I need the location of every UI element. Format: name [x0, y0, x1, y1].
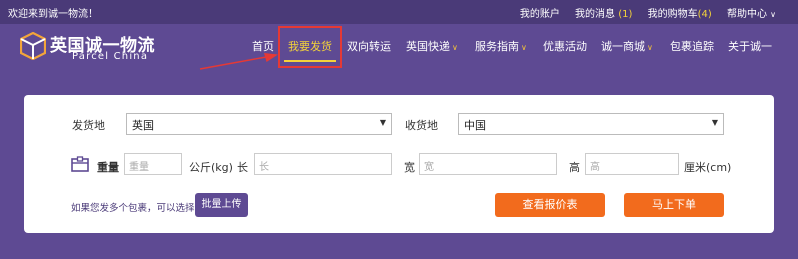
length-input[interactable]: 长 — [254, 153, 392, 175]
height-input[interactable]: 高 — [585, 153, 679, 175]
top-bar: 欢迎来到诚一物流！ 我的账户 我的消息 (1) 我的购物车(4) 帮助中心 ∨ — [0, 0, 798, 24]
view-quote-button[interactable]: 查看报价表 — [495, 193, 605, 217]
main-header: 英国诚一物流 Parcel China 首页 我要发货 双向转运 英国快递 ∨ 服… — [0, 24, 798, 68]
nav-tracking[interactable]: 包裹追踪 — [670, 38, 714, 54]
origin-select[interactable]: 英国 ▼ — [126, 113, 392, 135]
height-label: 高 — [569, 161, 580, 174]
weight-label: 重量 — [97, 161, 119, 174]
chevron-down-icon: ∨ — [521, 43, 527, 52]
width-input[interactable]: 宽 — [419, 153, 557, 175]
nav-service-guide-label: 服务指南 — [475, 40, 519, 53]
nav-forwarding[interactable]: 双向转运 — [347, 38, 391, 54]
help-center-label: 帮助中心 — [726, 9, 767, 20]
origin-label: 发货地 — [72, 119, 105, 132]
welcome-text: 欢迎来到诚一物流！ — [8, 9, 98, 20]
messages-count: (1) — [618, 9, 633, 20]
dropdown-arrow-icon: ▼ — [379, 118, 386, 127]
chevron-down-icon: ∨ — [770, 10, 776, 19]
main-nav: 首页 我要发货 双向转运 英国快递 ∨ 服务指南 ∨ 优惠活动 诚一商城 ∨ 包裹追踪… — [0, 24, 798, 68]
nav-service-guide[interactable]: 服务指南 ∨ — [475, 38, 527, 54]
help-center-menu[interactable]: 帮助中心 ∨ — [727, 9, 776, 20]
nav-uk-express[interactable]: 英国快递 ∨ — [406, 38, 458, 54]
top-links: 我的账户 我的消息 (1) 我的购物车(4) 帮助中心 ∨ — [508, 5, 776, 20]
order-now-button[interactable]: 马上下单 — [624, 193, 724, 217]
nav-mall-label: 诚一商城 — [601, 40, 645, 53]
cart-link[interactable]: 我的购物车(4) — [648, 9, 712, 20]
dropdown-arrow-icon: ▼ — [711, 118, 718, 127]
destination-value: 中国 — [464, 119, 486, 132]
chevron-down-icon: ∨ — [647, 43, 653, 52]
multi-package-note: 如果您发多个包裹，可以选择 — [71, 203, 195, 214]
dimension-unit: 厘米(cm) — [684, 161, 732, 174]
length-label: 长 — [237, 161, 248, 174]
weight-input[interactable]: 重量 — [124, 153, 182, 175]
bulk-upload-button[interactable]: 批量上传 — [195, 193, 248, 217]
cart-count: (4) — [697, 9, 712, 20]
weight-unit: 公斤(kg) — [189, 161, 233, 174]
shipping-form-card: 发货地 英国 ▼ 收货地 中国 ▼ 重量 重量 公斤(kg) 长 长 宽 宽 高… — [24, 95, 774, 233]
annotation-highlight-box — [278, 26, 342, 68]
nav-mall[interactable]: 诚一商城 ∨ — [601, 38, 653, 54]
package-icon — [71, 156, 89, 172]
cart-label: 我的购物车 — [647, 9, 698, 20]
my-account-link[interactable]: 我的账户 — [520, 9, 560, 20]
destination-select[interactable]: 中国 ▼ — [458, 113, 724, 135]
my-messages-label: 我的消息 — [575, 9, 616, 20]
width-label: 宽 — [404, 161, 415, 174]
nav-home[interactable]: 首页 — [252, 38, 274, 54]
nav-promotions[interactable]: 优惠活动 — [543, 38, 587, 54]
nav-about[interactable]: 关于诚一 — [728, 38, 772, 54]
destination-label: 收货地 — [405, 119, 438, 132]
my-messages-link[interactable]: 我的消息 (1) — [575, 9, 632, 20]
nav-uk-express-label: 英国快递 — [406, 40, 450, 53]
origin-value: 英国 — [132, 119, 154, 132]
chevron-down-icon: ∨ — [452, 43, 458, 52]
